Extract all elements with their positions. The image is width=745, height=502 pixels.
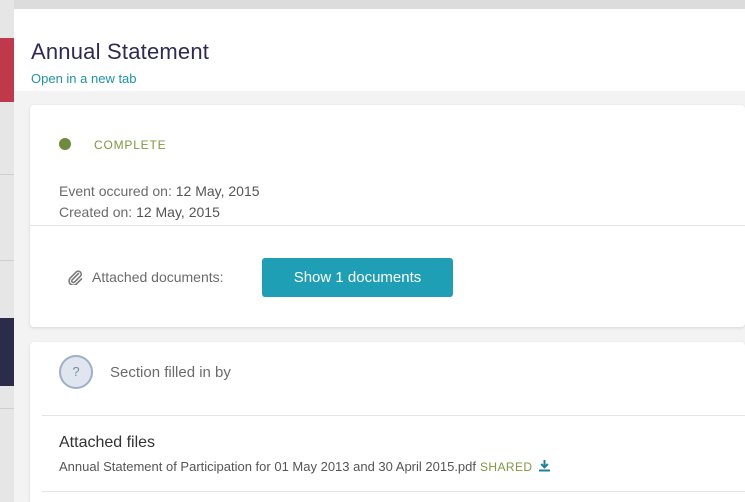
event-occurred-value: 12 May, 2015 bbox=[175, 183, 260, 199]
background-accent-navy bbox=[0, 318, 14, 386]
page-title: Annual Statement bbox=[31, 39, 210, 64]
status-label: COMPLETE bbox=[94, 138, 167, 152]
created-on-label: Created on: bbox=[59, 204, 137, 220]
file-name-link[interactable]: Annual Statement of Participation for 01… bbox=[59, 459, 476, 474]
attached-file-row: Annual Statement of Participation for 01… bbox=[59, 459, 551, 474]
attached-documents-label: Attached documents: bbox=[92, 269, 224, 285]
attached-files-heading: Attached files bbox=[59, 434, 156, 451]
file-row-divider bbox=[42, 491, 745, 492]
section-card: ? Section filled in by Attached files An… bbox=[30, 342, 745, 502]
event-occurred-label: Event occured on: bbox=[59, 183, 176, 199]
event-summary-card: COMPLETE Event occured on: 12 May, 2015 … bbox=[30, 105, 745, 327]
background-page-strip bbox=[0, 0, 14, 502]
background-divider bbox=[0, 174, 14, 175]
panel-header: Annual Statement Open in a new tab bbox=[14, 9, 745, 91]
created-on-value: 12 May, 2015 bbox=[136, 204, 220, 220]
background-divider bbox=[0, 408, 14, 409]
show-documents-button[interactable]: Show 1 documents bbox=[262, 258, 453, 297]
status-dot-icon bbox=[59, 138, 71, 150]
shared-badge: SHARED bbox=[480, 460, 533, 474]
question-avatar-icon: ? bbox=[59, 355, 93, 389]
paperclip-icon bbox=[68, 270, 83, 285]
download-icon[interactable] bbox=[538, 459, 551, 472]
section-filled-by-label: Section filled in by bbox=[110, 364, 231, 381]
background-divider bbox=[0, 260, 14, 261]
created-on-row: Created on: 12 May, 2015 bbox=[59, 204, 220, 220]
background-accent-red bbox=[0, 38, 14, 102]
event-occurred-row: Event occured on: 12 May, 2015 bbox=[59, 183, 260, 199]
card-divider bbox=[30, 225, 745, 226]
section-divider bbox=[42, 415, 745, 416]
event-detail-panel: Annual Statement Open in a new tab COMPL… bbox=[14, 9, 745, 502]
open-in-new-tab-link[interactable]: Open in a new tab bbox=[31, 71, 137, 86]
